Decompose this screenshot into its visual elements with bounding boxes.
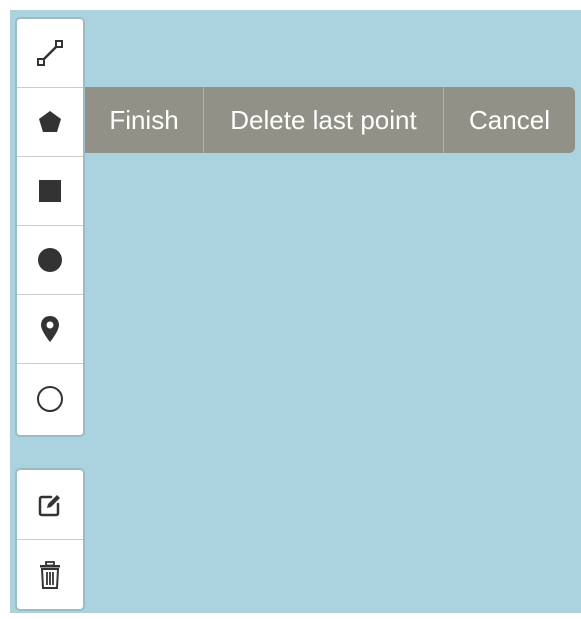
trash-icon xyxy=(38,561,62,589)
draw-circle-button[interactable] xyxy=(17,226,83,295)
draw-toolbar xyxy=(15,17,85,437)
draw-marker-button[interactable] xyxy=(17,295,83,364)
draw-polygon-button[interactable] xyxy=(17,88,83,157)
draw-rectangle-button[interactable] xyxy=(17,157,83,226)
draw-actions-bar: Finish Delete last point Cancel xyxy=(85,87,575,153)
polygon-icon xyxy=(37,109,63,135)
finish-button[interactable]: Finish xyxy=(85,87,203,153)
map-marker-icon xyxy=(39,315,61,343)
polyline-icon xyxy=(35,38,65,68)
delete-layers-button[interactable] xyxy=(17,540,83,609)
delete-last-point-button[interactable]: Delete last point xyxy=(203,87,443,153)
cancel-button[interactable]: Cancel xyxy=(443,87,575,153)
draw-circlemarker-button[interactable] xyxy=(17,364,83,433)
filled-circle-icon xyxy=(37,247,63,273)
circle-marker-icon xyxy=(36,385,64,413)
edit-layers-button[interactable] xyxy=(17,470,83,540)
rectangle-icon xyxy=(38,179,62,203)
edit-toolbar xyxy=(15,468,85,611)
draw-polyline-button[interactable] xyxy=(17,19,83,88)
edit-icon xyxy=(36,491,64,519)
